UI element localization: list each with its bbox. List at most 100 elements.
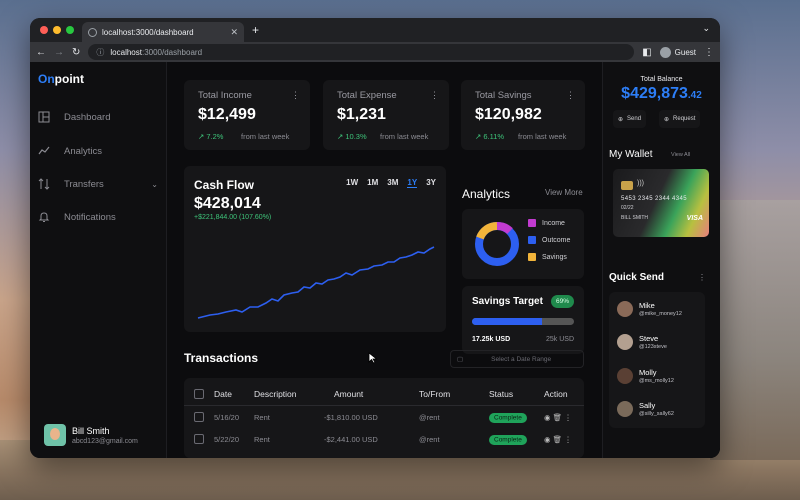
eye-icon[interactable]: ◉ [544, 413, 551, 422]
wallet-title: My Wallet [609, 149, 653, 160]
col-to-from[interactable]: To/From [419, 389, 489, 399]
mouse-cursor-icon [368, 352, 378, 364]
legend-swatch [528, 219, 536, 227]
avatar [617, 368, 633, 384]
cell-date: 5/22/20 [214, 434, 240, 444]
row-checkbox[interactable] [194, 412, 204, 422]
sidebar-item-analytics[interactable]: Analytics [38, 145, 158, 157]
select-all-checkbox[interactable] [194, 388, 204, 399]
cell-date: 5/16/20 [214, 412, 240, 422]
total-balance-value: $429,873.42 [621, 85, 702, 102]
kebab-icon[interactable]: ⋮ [291, 90, 300, 101]
kebab-icon[interactable]: ⋮ [564, 435, 572, 444]
kebab-icon[interactable]: ⋮ [564, 413, 572, 422]
transactions-title: Transactions [184, 351, 259, 365]
analytics-view-more-link[interactable]: View More [545, 188, 583, 197]
back-icon[interactable]: ← [36, 47, 46, 58]
kebab-icon[interactable]: ⋮ [430, 90, 439, 101]
sidebar-item-transfers[interactable]: Transfers ⌄ [38, 178, 158, 190]
browser-tab[interactable]: localhost:3000/dashboard ✕ [82, 22, 244, 42]
kebab-icon[interactable]: ⋮ [566, 90, 575, 101]
table-row[interactable]: 5/16/20 Rent -$1,810.00 USD @rent Comple… [184, 406, 584, 428]
send-button[interactable]: ⊕ Send [613, 110, 647, 128]
request-button[interactable]: ⊕ Request [659, 110, 701, 128]
address-bar[interactable]: ⓘ localhost:3000/dashboard [88, 44, 635, 60]
savings-target-total: 25k USD [545, 336, 574, 343]
transfer-icon [38, 178, 50, 190]
savings-progress-bar [472, 318, 574, 325]
calendar-icon: ▢ [457, 356, 464, 363]
sidebar-item-label: Transfers [64, 178, 104, 190]
minimize-window-button[interactable] [53, 26, 61, 34]
cell-to-from: @rent [419, 412, 440, 422]
wallet-view-all-link[interactable]: View All [671, 152, 690, 158]
globe-icon [88, 27, 97, 37]
user-email: abcd123@gmail.com [72, 437, 138, 445]
col-status[interactable]: Status [489, 389, 544, 399]
contact-item[interactable]: Mike @mike_money12 [617, 301, 682, 317]
status-badge: Complete [489, 435, 527, 445]
avatar [617, 334, 633, 350]
avatar [617, 301, 633, 317]
cell-to-from: @rent [419, 434, 440, 444]
stat-sub: from last week [241, 132, 290, 141]
cell-description: Rent [254, 434, 270, 444]
user-name: Bill Smith [72, 425, 110, 436]
logo[interactable]: Onpoint [38, 72, 84, 86]
trash-icon[interactable]: 🗑 [553, 413, 563, 422]
browser-window: localhost:3000/dashboard ✕ + ⌄ ← → ↻ ⓘ l… [30, 18, 720, 458]
sidebar-item-notifications[interactable]: Notifications [38, 211, 158, 223]
stat-change: ↗ 7.2% [198, 132, 224, 141]
card-holder: BILL SMITH [621, 215, 649, 221]
legend-item-outcome: Outcome [528, 236, 570, 244]
avatar [44, 424, 66, 446]
sidebar-item-dashboard[interactable]: Dashboard [38, 111, 158, 123]
stat-change: ↗ 6.11% [475, 132, 505, 141]
date-range-picker[interactable]: ▢ Select a Date Range [450, 350, 584, 368]
trash-icon[interactable]: 🗑 [553, 435, 563, 444]
savings-progress-fill [472, 318, 543, 325]
new-tab-icon[interactable]: + [252, 23, 259, 37]
contact-item[interactable]: Sally @silly_sally62 [617, 401, 674, 417]
contact-handle: @ms_molly12 [639, 378, 674, 384]
savings-target-badge: 69% [550, 295, 574, 308]
table-row[interactable]: 5/22/20 Rent -$2,441.00 USD @rent Comple… [184, 428, 584, 450]
maximize-window-button[interactable] [66, 26, 74, 34]
user-profile[interactable]: Bill Smith abcd123@gmail.com [44, 424, 138, 446]
contact-name: Mike [639, 301, 655, 310]
contact-item[interactable]: Steve @123steve [617, 334, 667, 350]
credit-card[interactable]: ))) 5453 2345 2344 4345 02/22 BILL SMITH… [613, 169, 709, 237]
profile-button[interactable]: Guest [659, 46, 696, 58]
close-window-button[interactable] [40, 26, 48, 34]
col-date[interactable]: Date [214, 389, 254, 399]
stat-value: $120,982 [475, 106, 542, 123]
chevron-down-icon[interactable]: ⌄ [702, 23, 710, 34]
menu-kebab-icon[interactable]: ⋮ [704, 47, 714, 58]
bell-icon [38, 212, 50, 222]
avatar [617, 401, 633, 417]
col-amount[interactable]: Amount [324, 389, 419, 399]
legend-item-savings: Savings [528, 253, 570, 261]
contact-name: Sally [639, 401, 656, 410]
cashflow-card: Cash Flow $428,014 +$221,844.00 (107.60%… [184, 166, 446, 332]
cashflow-line-chart [197, 246, 435, 319]
contact-item[interactable]: Molly @ms_molly12 [617, 368, 674, 384]
analytics-donut [475, 221, 519, 266]
kebab-icon[interactable]: ⋮ [698, 273, 706, 282]
card-number: 5453 2345 2344 4345 [621, 196, 687, 202]
row-checkbox[interactable] [194, 434, 204, 444]
stat-card-savings: Total Savings ⋮ $120,982 ↗ 6.11% from la… [461, 80, 585, 150]
main-content: Total Income ⋮ $12,499 ↗ 7.2% from last … [167, 62, 720, 458]
forward-icon[interactable]: → [54, 47, 64, 58]
sidebar: Onpoint Dashboard Analytics Transfers ⌄ … [30, 62, 167, 458]
reload-icon[interactable]: ↻ [72, 47, 80, 58]
desktop-wallpaper-rock [710, 200, 800, 460]
close-tab-icon[interactable]: ✕ [230, 27, 238, 38]
side-panel-icon[interactable]: ◧ [642, 47, 651, 58]
contact-handle: @123steve [639, 344, 667, 350]
chevron-down-icon[interactable]: ⌄ [151, 180, 158, 189]
col-description[interactable]: Description [254, 389, 324, 399]
eye-icon[interactable]: ◉ [544, 435, 551, 444]
contact-handle: @silly_sally62 [639, 411, 674, 417]
col-action[interactable]: Action [544, 389, 584, 399]
